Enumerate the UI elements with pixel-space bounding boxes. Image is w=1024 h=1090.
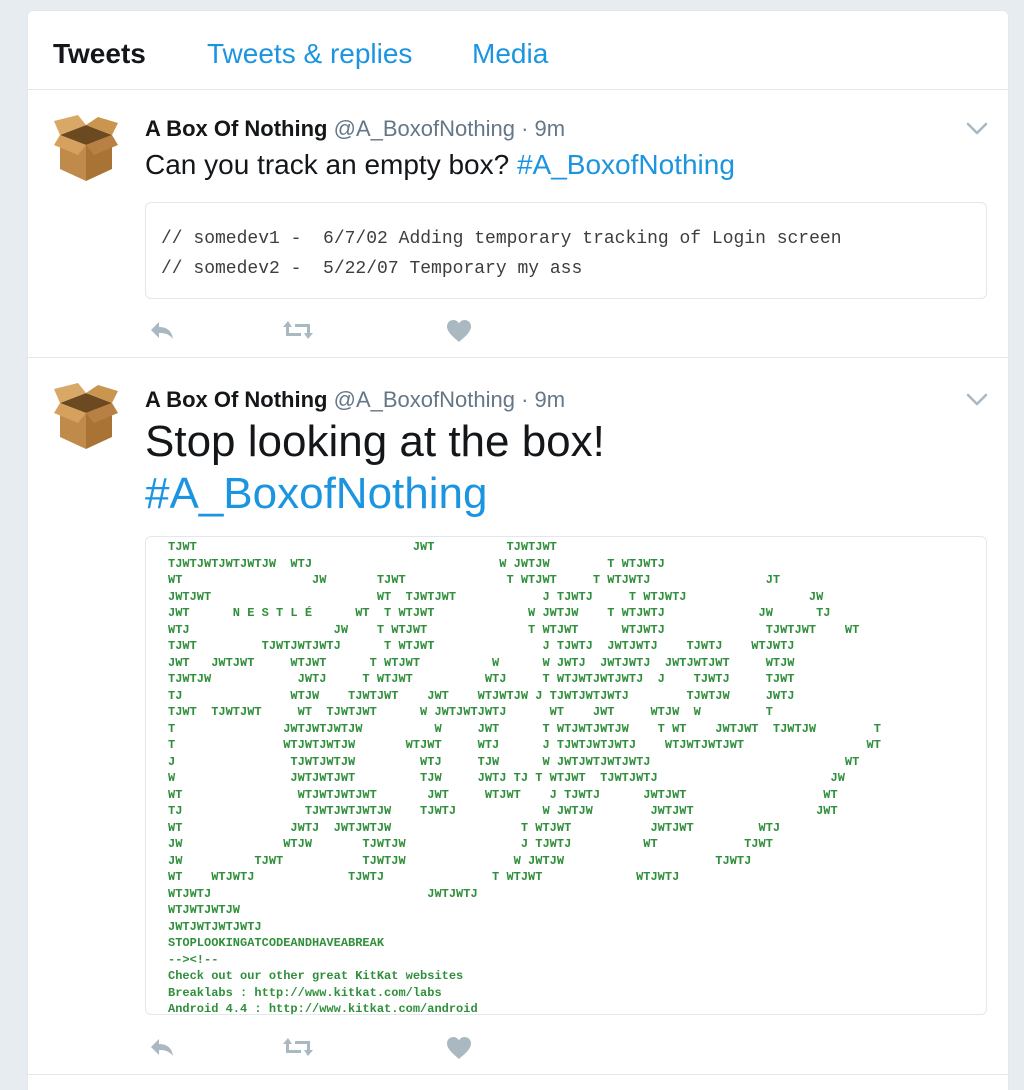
tab-media[interactable]: Media [472, 37, 548, 71]
ascii-line: WT JW TJWT T WTJWT T WTJWTJ JT [168, 573, 781, 587]
tweet-1[interactable]: A Box Of Nothing @A_BoxofNothing · 9m Ca… [28, 90, 1008, 358]
code-line: // somedev2 - 5/22/07 Temporary my ass [161, 259, 583, 279]
ascii-line: WT WTJWTJWTJWT JWT WTJWT J TJWTJ JWTJWT … [168, 787, 838, 802]
tweet-text: Stop looking at the box! #A_BoxofNothing [145, 416, 605, 520]
tweet-2[interactable]: A Box Of Nothing @A_BoxofNothing · 9m St… [28, 358, 1008, 1075]
ascii-line: JW WTJW TJWTJW J TJWTJ WT TJWT [168, 837, 773, 851]
timestamp[interactable]: 9m [535, 116, 566, 141]
tweet-text: Can you track an empty box? #A_BoxofNoth… [145, 148, 735, 182]
timestamp[interactable]: 9m [535, 387, 566, 412]
tab-tweets[interactable]: Tweets [53, 37, 146, 71]
ascii-line: JWT JWTJWT WTJWT T WTJWT W W JWTJ JWTJWT… [168, 655, 795, 670]
ascii-line: JWTJWT WT TJWTJWT J TJWTJ T WTJWTJ JW [168, 589, 824, 604]
profile-tabs: Tweets Tweets & replies Media [28, 11, 1008, 90]
author-name[interactable]: A Box Of Nothing [145, 387, 328, 412]
hashtag-link[interactable]: #A_BoxofNothing [145, 468, 605, 520]
box-avatar-icon [54, 383, 118, 449]
like-icon[interactable] [446, 1036, 472, 1060]
ascii-line: TJ WTJW TJWTJWT JWT WTJWTJW J TJWTJWTJWT… [168, 688, 795, 703]
ascii-line: JW TJWT TJWTJW W JWTJW TJWTJ [168, 853, 752, 868]
tweet-header: A Box Of Nothing @A_BoxofNothing · 9m [145, 116, 565, 142]
ascii-line: Android 4.4 : http://www.kitkat.com/andr… [168, 1002, 478, 1015]
tab-tweets-and-replies[interactable]: Tweets & replies [207, 37, 412, 71]
tweet-body: Can you track an empty box? [145, 149, 510, 180]
ascii-line: JWT N E S T L É WT T WTJWT W JWTJW T WTJ… [168, 606, 831, 620]
timeline-panel: Tweets Tweets & replies Media A Box Of N… [27, 10, 1009, 1090]
ascii-art-card[interactable]: TJWT JWT TJWTJWT TJWTJWTJWTJWTJW WTJ W JW… [145, 536, 987, 1015]
reply-icon[interactable] [148, 319, 176, 341]
ascii-line: T WTJWTJWTJW WTJWT WTJ J TJWTJWTJWTJ WTJ… [168, 738, 881, 752]
ascii-line: WTJWTJ JWTJWTJ [168, 886, 478, 901]
box-avatar-icon [54, 115, 118, 181]
separator: · [521, 116, 529, 141]
ascii-line: Check out our other great KitKat website… [168, 969, 464, 983]
ascii-line: TJWTJW JWTJ T WTJWT WTJ T WTJWTJWTJWTJ J… [168, 672, 795, 686]
ascii-line: TJWT TJWTJWT WT TJWTJWT W JWTJWTJWTJ WT … [168, 705, 773, 719]
ascii-art: TJWT JWT TJWTJWT TJWTJWTJWTJWTJW WTJ W JW… [146, 537, 986, 1014]
chevron-down-icon[interactable] [966, 393, 988, 407]
reply-icon[interactable] [148, 1036, 176, 1058]
ascii-line: TJWTJWTJWTJWTJW WTJ W JWTJW T WTJWTJ [168, 556, 665, 571]
ascii-line: W JWTJWTJWT TJW JWTJ TJ T WTJWT TJWTJWTJ… [168, 771, 845, 785]
avatar[interactable] [54, 383, 118, 451]
tweet-actions [145, 1036, 545, 1066]
chevron-down-icon[interactable] [966, 122, 988, 136]
avatar[interactable] [54, 115, 118, 183]
ascii-line: T JWTJWTJWTJW W JWT T WTJWTJWTJW T WT JW… [168, 721, 881, 736]
tweet-body: Stop looking at the box! [145, 417, 605, 466]
ascii-line: STOPLOOKINGATCODEANDHAVEABREAK [168, 936, 385, 950]
ascii-line: Breaklabs : http://www.kitkat.com/labs [168, 985, 442, 1000]
author-handle[interactable]: @A_BoxofNothing [334, 387, 515, 412]
retweet-icon[interactable] [282, 1036, 314, 1058]
ascii-line: WTJWTJWTJW [168, 903, 241, 917]
ascii-line: WT JWTJ JWTJWTJW T WTJWT JWTJWT WTJ [168, 820, 781, 835]
ascii-line: WT WTJWTJ TJWTJ T WTJWT WTJWTJ [168, 870, 680, 884]
ascii-line: JWTJWTJWTJWTJ [168, 919, 262, 934]
ascii-line: TJWT TJWTJWTJWTJ T WTJWT J TJWTJ JWTJWTJ… [168, 639, 795, 653]
retweet-icon[interactable] [282, 319, 314, 341]
like-icon[interactable] [446, 319, 472, 343]
ascii-line: TJWT JWT TJWTJWT [168, 540, 557, 554]
hashtag-link[interactable]: #A_BoxofNothing [517, 149, 735, 180]
ascii-line: --><!-- [168, 952, 219, 967]
code-line: // somedev1 - 6/7/02 Adding temporary tr… [161, 229, 842, 249]
tweet-actions [145, 319, 545, 349]
author-handle[interactable]: @A_BoxofNothing [334, 116, 515, 141]
separator: · [521, 387, 529, 412]
code-card[interactable]: // somedev1 - 6/7/02 Adding temporary tr… [145, 202, 987, 299]
ascii-line: TJ TJWTJWTJWTJW TJWTJ W JWTJW JWTJWT JWT [168, 804, 838, 818]
tweet-header: A Box Of Nothing @A_BoxofNothing · 9m [145, 387, 565, 413]
ascii-line: WTJ JW T WTJWT T WTJWT WTJWTJ TJWTJWT WT [168, 622, 860, 637]
ascii-line: J TJWTJWTJW WTJ TJW W JWTJWTJWTJWTJ WT [168, 754, 860, 769]
author-name[interactable]: A Box Of Nothing [145, 116, 328, 141]
